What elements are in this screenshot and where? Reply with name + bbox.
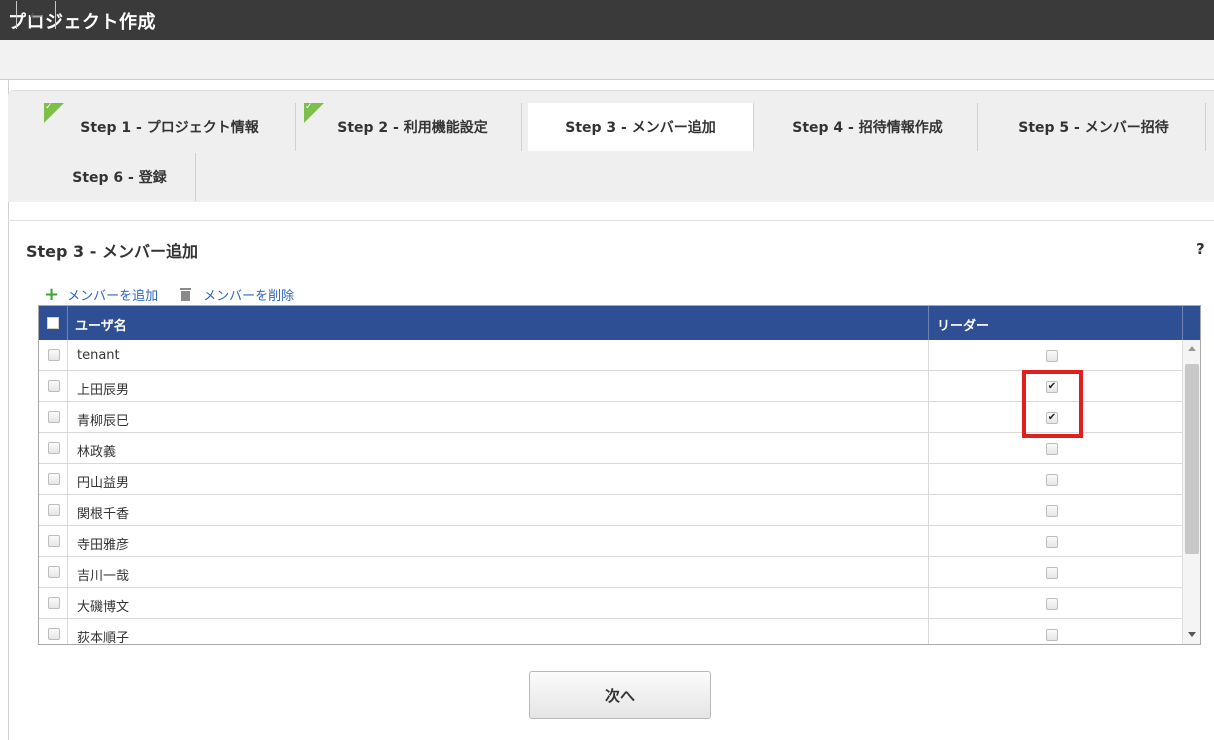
scroll-thumb[interactable] xyxy=(1185,364,1199,554)
tab-step-2[interactable]: Step 2 - 利用機能設定 xyxy=(304,102,522,151)
back-button[interactable]: ← xyxy=(16,1,56,29)
grid-scrollbar[interactable] xyxy=(1182,340,1200,644)
add-member-label: メンバーを追加 xyxy=(67,289,159,304)
leader-checkbox[interactable] xyxy=(1046,536,1058,548)
section-divider xyxy=(8,220,1214,221)
toolbar: ← xyxy=(0,1,1214,80)
grid-header: ユーザ名 リーダー xyxy=(39,306,1200,340)
row-checkbox[interactable] xyxy=(48,566,60,578)
username-cell: 荻本順子 xyxy=(77,631,130,645)
grid-actions: + メンバーを追加 メンバーを削除 xyxy=(44,285,316,304)
add-member-link[interactable]: + メンバーを追加 xyxy=(44,285,158,304)
username-cell: 林政義 xyxy=(77,445,117,460)
tab-step-3-label: Step 3 - メンバー追加 xyxy=(565,120,716,136)
row-checkbox[interactable] xyxy=(48,628,60,640)
username-cell: 寺田雅彦 xyxy=(77,538,130,553)
help-icon[interactable]: ? xyxy=(1196,240,1205,258)
leader-checkbox[interactable] xyxy=(1046,629,1058,641)
row-checkbox[interactable] xyxy=(48,504,60,516)
leader-checkbox[interactable] xyxy=(1046,350,1058,362)
select-all-checkbox[interactable] xyxy=(47,317,59,329)
table-row[interactable]: 寺田雅彦 xyxy=(39,526,1182,557)
table-row[interactable]: 荻本順子 xyxy=(39,619,1182,645)
table-row[interactable]: 関根千香 xyxy=(39,495,1182,526)
username-cell: 関根千香 xyxy=(77,507,130,522)
table-row[interactable]: 林政義 xyxy=(39,433,1182,464)
done-check-icon xyxy=(304,102,324,123)
table-row[interactable]: 青柳辰巳 ✔ xyxy=(39,402,1182,433)
delete-member-label: メンバーを削除 xyxy=(203,289,295,304)
done-check-icon xyxy=(44,102,64,123)
column-header-username[interactable]: ユーザ名 xyxy=(75,315,127,334)
column-header-leader[interactable]: リーダー xyxy=(937,315,989,334)
title-bar: プロジェクト作成 xyxy=(0,0,1214,40)
username-cell: 上田辰男 xyxy=(77,383,130,398)
leader-checkbox[interactable] xyxy=(1046,505,1058,517)
member-grid: ユーザ名 リーダー tenant 上田辰男 ✔ 青柳辰巳 ✔ 林政義 円山益男 xyxy=(38,305,1201,645)
tab-step-4[interactable]: Step 4 - 招待情報作成 xyxy=(758,103,978,151)
table-row[interactable]: 吉川一哉 xyxy=(39,557,1182,588)
tab-step-4-label: Step 4 - 招待情報作成 xyxy=(792,120,943,136)
table-row[interactable]: 円山益男 xyxy=(39,464,1182,495)
delete-member-link[interactable]: メンバーを削除 xyxy=(180,285,294,304)
trash-icon xyxy=(180,288,192,301)
leader-checkbox[interactable] xyxy=(1046,474,1058,486)
table-row[interactable]: 大磯博文 xyxy=(39,588,1182,619)
step-tabs: Step 1 - プロジェクト情報 Step 2 - 利用機能設定 Step 3… xyxy=(8,90,1214,202)
header-divider xyxy=(67,306,68,340)
leader-checkbox[interactable] xyxy=(1046,443,1058,455)
row-checkbox[interactable] xyxy=(48,597,60,609)
leader-highlight-box xyxy=(1022,370,1083,438)
tab-step-2-label: Step 2 - 利用機能設定 xyxy=(337,120,488,136)
table-row[interactable]: 上田辰男 ✔ xyxy=(39,371,1182,402)
table-row[interactable]: tenant xyxy=(39,340,1182,371)
row-checkbox[interactable] xyxy=(48,411,60,423)
header-divider xyxy=(928,306,929,340)
tab-step-1[interactable]: Step 1 - プロジェクト情報 xyxy=(44,102,296,151)
row-checkbox[interactable] xyxy=(48,535,60,547)
column-divider xyxy=(928,340,929,644)
username-cell: tenant xyxy=(77,348,120,363)
tab-step-5[interactable]: Step 5 - メンバー招待 xyxy=(982,103,1206,151)
arrow-left-icon: ← xyxy=(29,5,43,25)
scroll-down-icon[interactable] xyxy=(1188,632,1196,637)
section-title: Step 3 - メンバー追加 xyxy=(26,242,198,261)
username-cell: 円山益男 xyxy=(77,476,130,491)
row-checkbox[interactable] xyxy=(48,473,60,485)
scroll-up-icon[interactable] xyxy=(1188,346,1196,351)
row-checkbox[interactable] xyxy=(48,380,60,392)
username-cell: 吉川一哉 xyxy=(77,569,130,584)
row-checkbox[interactable] xyxy=(48,349,60,361)
row-checkbox[interactable] xyxy=(48,442,60,454)
tab-step-3[interactable]: Step 3 - メンバー追加 xyxy=(528,103,754,151)
tab-step-1-label: Step 1 - プロジェクト情報 xyxy=(80,120,259,136)
header-divider xyxy=(1182,306,1183,340)
plus-icon: + xyxy=(44,283,60,305)
tab-step-6-label: Step 6 - 登録 xyxy=(72,170,167,186)
column-divider xyxy=(67,340,68,644)
leader-checkbox[interactable] xyxy=(1046,567,1058,579)
tab-step-5-label: Step 5 - メンバー招待 xyxy=(1018,120,1169,136)
leader-checkbox[interactable] xyxy=(1046,598,1058,610)
tab-step-6[interactable]: Step 6 - 登録 xyxy=(44,153,196,201)
username-cell: 大磯博文 xyxy=(77,600,130,615)
username-cell: 青柳辰巳 xyxy=(77,414,130,429)
next-button[interactable]: 次へ xyxy=(529,671,711,719)
